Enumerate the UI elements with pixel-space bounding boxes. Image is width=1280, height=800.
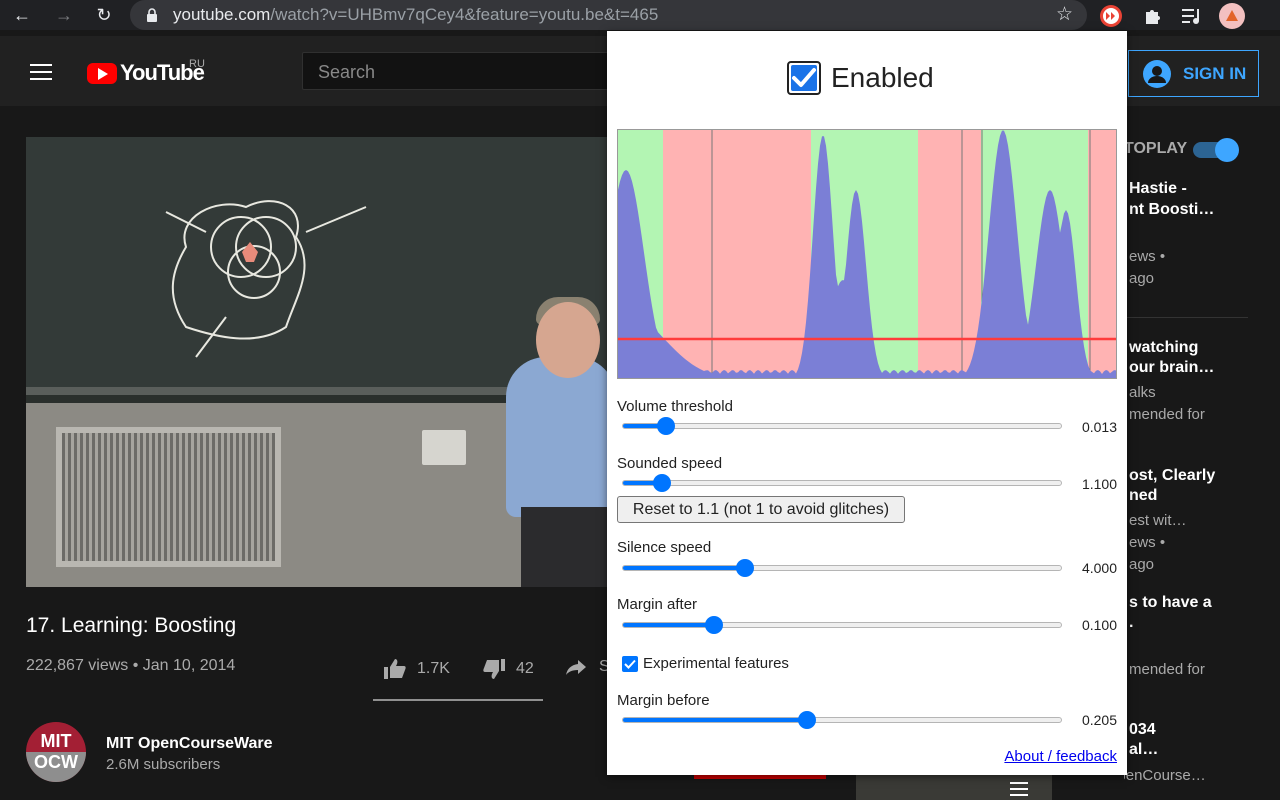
thumbs-up-icon [384,659,406,679]
playlist-icon [1010,782,1028,798]
youtube-play-icon [87,62,117,84]
related-meta: ago [1129,556,1155,573]
related-title[interactable]: nt Boosti… [1129,201,1214,219]
dislike-count: 42 [516,660,534,677]
region-label: RU [189,58,205,70]
share-arrow-icon [566,660,586,675]
channel-subscribers: 2.6M subscribers [106,756,221,773]
sign-in-button[interactable]: SIGN IN [1128,50,1259,97]
extensions-puzzle-icon[interactable] [1140,3,1166,29]
channel-avatar[interactable]: MIT OCW [26,722,86,782]
share-button[interactable]: S [565,658,610,676]
search-placeholder: Search [318,62,376,82]
checkmark-icon [624,659,636,669]
lecturer-pants [521,507,608,587]
related-meta: mended for [1129,406,1205,423]
related-meta: ews • [1129,534,1166,551]
dislike-button[interactable]: 42 [482,658,534,680]
related-title[interactable]: al… [1129,741,1158,759]
youtube-logo[interactable]: YouTube [87,60,205,86]
sounded-speed-label: Sounded speed [617,455,723,472]
related-title[interactable]: s to have a [1129,594,1212,612]
skip-silence-popup: Enabled Volume threshold 0.013 Sounded s… [607,31,1127,775]
margin-before-value: 0.205 [1081,712,1117,728]
channel-name[interactable]: MIT OpenCourseWare [106,735,273,753]
related-title[interactable]: Hastie - [1129,180,1187,198]
menu-icon[interactable] [30,64,52,80]
channel-avatar-bottom-text: OCW [26,752,86,782]
about-feedback-link[interactable]: About / feedback [1004,748,1117,765]
thumbs-down-icon [483,659,505,679]
silence-speed-slider[interactable] [622,558,1062,578]
margin-before-slider[interactable] [622,710,1062,730]
related-title[interactable]: watching [1129,339,1198,357]
sounded-speed-slider[interactable] [622,473,1062,493]
related-title[interactable]: 034 [1129,721,1156,739]
related-title[interactable]: ned [1129,487,1157,505]
media-queue-icon[interactable] [1179,3,1205,29]
url-text: youtube.com/watch?v=UHBmv7qCey4&feature=… [173,5,659,24]
profile-avatar-icon[interactable] [1219,3,1245,29]
chalk-drawing [165,200,367,358]
related-meta: mended for [1129,661,1205,678]
reload-icon[interactable]: ↻ [92,3,116,27]
autoplay-toggle[interactable] [1193,138,1239,162]
volume-threshold-label: Volume threshold [617,398,733,415]
video-title: 17. Learning: Boosting [26,614,237,637]
experimental-checkbox[interactable] [622,655,638,672]
related-title[interactable]: ost, Clearly [1129,467,1215,485]
related-title[interactable]: . [1129,614,1133,632]
silence-speed-value: 4.000 [1081,560,1117,576]
volume-graph-canvas [618,130,1116,378]
video-player[interactable] [26,137,608,587]
enabled-checkbox[interactable] [787,61,821,95]
lecturer-shirt [506,357,608,517]
sidebar-divider [1124,317,1248,318]
lecturer-head [536,302,600,378]
silence-speed-label: Silence speed [617,539,712,556]
chalkboard [26,137,608,395]
volume-graph [617,129,1117,379]
related-meta: alks [1129,384,1156,401]
related-meta: ago [1129,270,1155,287]
related-title[interactable]: our brain… [1129,359,1214,377]
channel-avatar-top-text: MIT [40,731,72,751]
enabled-toggle[interactable]: Enabled [787,61,934,95]
experimental-features-toggle[interactable]: Experimental features [622,655,789,672]
radiator-vent [56,427,281,567]
autoplay-label: TOPLAY [1124,140,1188,157]
sign-in-label: SIGN IN [1183,63,1247,83]
related-meta: est wit… [1129,512,1187,529]
sounded-speed-value: 1.100 [1081,476,1117,492]
browser-toolbar: ← → ↻ youtube.com/watch?v=UHBmv7qCey4&fe… [0,0,1280,30]
address-bar[interactable]: youtube.com/watch?v=UHBmv7qCey4&feature=… [130,0,1087,30]
related-meta: MIT OpenCourse… [1124,767,1206,784]
video-views-date: 222,867 views • Jan 10, 2014 [26,657,236,674]
volume-threshold-value: 0.013 [1081,419,1117,435]
margin-before-label: Margin before [617,692,710,709]
related-meta: ews • [1129,248,1166,265]
skip-silence-extension-icon[interactable] [1098,3,1124,29]
wall-panel [422,430,466,465]
like-button[interactable]: 1.7K [383,658,450,680]
experimental-label: Experimental features [643,655,789,672]
reset-speed-button[interactable]: Reset to 1.1 (not 1 to avoid glitches) [617,496,905,523]
account-icon [1143,59,1171,88]
search-input[interactable]: Search [302,52,612,90]
margin-after-label: Margin after [617,596,698,613]
back-arrow-icon[interactable]: ← [10,3,34,27]
volume-threshold-slider[interactable] [622,416,1062,436]
margin-after-slider[interactable] [622,615,1062,635]
forward-arrow-icon[interactable]: → [52,3,76,27]
sentiment-bar [373,699,543,701]
lock-icon [147,8,157,22]
like-count: 1.7K [417,660,450,677]
related-sidebar: TOPLAY Hastie - nt Boosti… ews • ago wat… [1124,130,1280,800]
margin-after-value: 0.100 [1081,617,1117,633]
enabled-label: Enabled [831,62,934,93]
checkmark-icon [792,68,816,87]
bookmark-star-icon[interactable]: ☆ [1056,3,1073,26]
